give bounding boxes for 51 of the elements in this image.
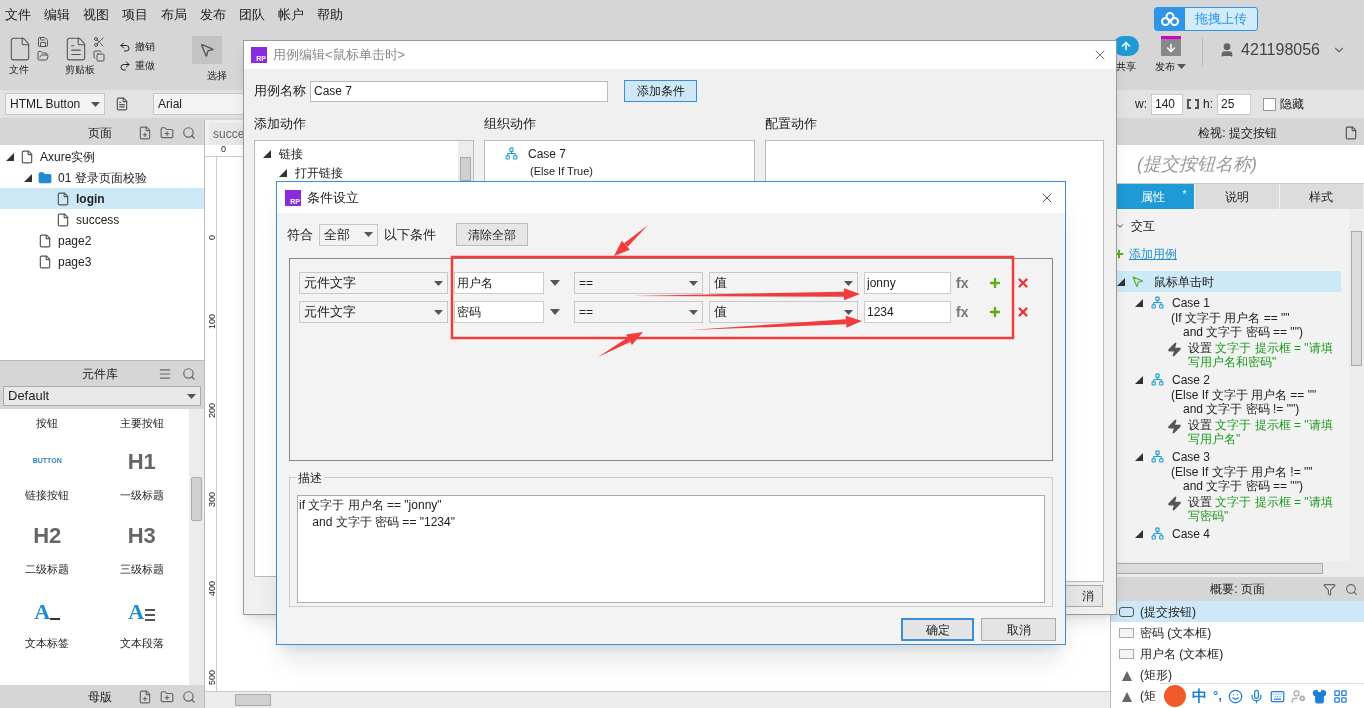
case-condition: (Else If 文字于 用户名 == "" bbox=[1170, 388, 1318, 402]
toolbar-label: 剪贴板 bbox=[64, 63, 95, 77]
section-title: 组织动作 bbox=[484, 115, 537, 133]
widget-preview: A bbox=[128, 596, 156, 623]
panel-title: 元件库 bbox=[82, 365, 118, 383]
fieldset-legend: 描述 bbox=[296, 469, 324, 487]
width-label: w: bbox=[1135, 96, 1147, 113]
ruler-number: 200 bbox=[206, 401, 217, 420]
toolbar-label: 共享 bbox=[1116, 60, 1137, 74]
page-name: Axure实例 bbox=[40, 148, 96, 166]
case-condition: (Else If 文字于 用户名 != "" bbox=[1170, 465, 1314, 479]
ruler-number: 100 bbox=[206, 312, 217, 331]
case-condition: (Else If True) bbox=[529, 163, 594, 179]
match-label: 符合 bbox=[287, 225, 313, 244]
action-text: 设置 文字于 提示框 = "请填写密码" bbox=[1188, 495, 1334, 523]
page-name: page2 bbox=[58, 232, 92, 250]
widget-preview: H2 bbox=[33, 522, 62, 549]
field-label: 用例名称 bbox=[254, 82, 306, 101]
toolbar-label: 文件 bbox=[8, 63, 29, 77]
widget-preview: H3 bbox=[127, 522, 156, 549]
section-title: 配置动作 bbox=[765, 115, 818, 133]
ruler-number: 0 bbox=[221, 145, 226, 156]
ruler-number: 400 bbox=[206, 579, 217, 598]
section-title: 交互 bbox=[1131, 218, 1155, 235]
widget-preview: H1 bbox=[127, 448, 156, 475]
panel-title: 页面 bbox=[88, 124, 112, 142]
page-name: login bbox=[76, 190, 105, 208]
widget-preview: A bbox=[34, 596, 61, 623]
dialog-title: 用例编辑<鼠标单击时> bbox=[273, 46, 406, 65]
case-condition: (If 文字于 用户名 == "" bbox=[1170, 311, 1291, 325]
section-title: 添加动作 bbox=[254, 115, 307, 133]
page-name: success bbox=[76, 211, 120, 229]
case-condition: and 文字于 密码 == "") bbox=[1182, 325, 1304, 339]
case-condition: and 文字于 密码 == "") bbox=[1182, 479, 1304, 493]
dialog-title: 条件设立 bbox=[307, 188, 359, 207]
hidden-label: 隐藏 bbox=[1280, 96, 1304, 113]
page-name: page3 bbox=[58, 253, 92, 271]
toolbar-label: 发布 bbox=[1155, 60, 1176, 74]
panel-title: 母版 bbox=[88, 688, 112, 706]
ruler-number: 300 bbox=[206, 490, 217, 509]
panel-title: 概要: 页面 bbox=[1210, 581, 1265, 598]
page-name: 01 登录页面校验 bbox=[58, 169, 147, 187]
panel-title: 检视: 提交按钮 bbox=[1198, 124, 1277, 142]
toolbar-label: 选择 bbox=[206, 69, 227, 83]
case-condition: and 文字于 密码 != "") bbox=[1182, 402, 1301, 416]
action-text: 设置 文字于 提示框 = "请填写用户名和密码" bbox=[1188, 341, 1334, 369]
action-text: 设置 文字于 提示框 = "请填写用户名" bbox=[1188, 418, 1334, 446]
match-suffix: 以下条件 bbox=[384, 225, 436, 244]
ruler-number: 0 bbox=[206, 234, 217, 242]
ruler-number: 500 bbox=[206, 668, 217, 687]
height-label: h: bbox=[1203, 96, 1213, 113]
